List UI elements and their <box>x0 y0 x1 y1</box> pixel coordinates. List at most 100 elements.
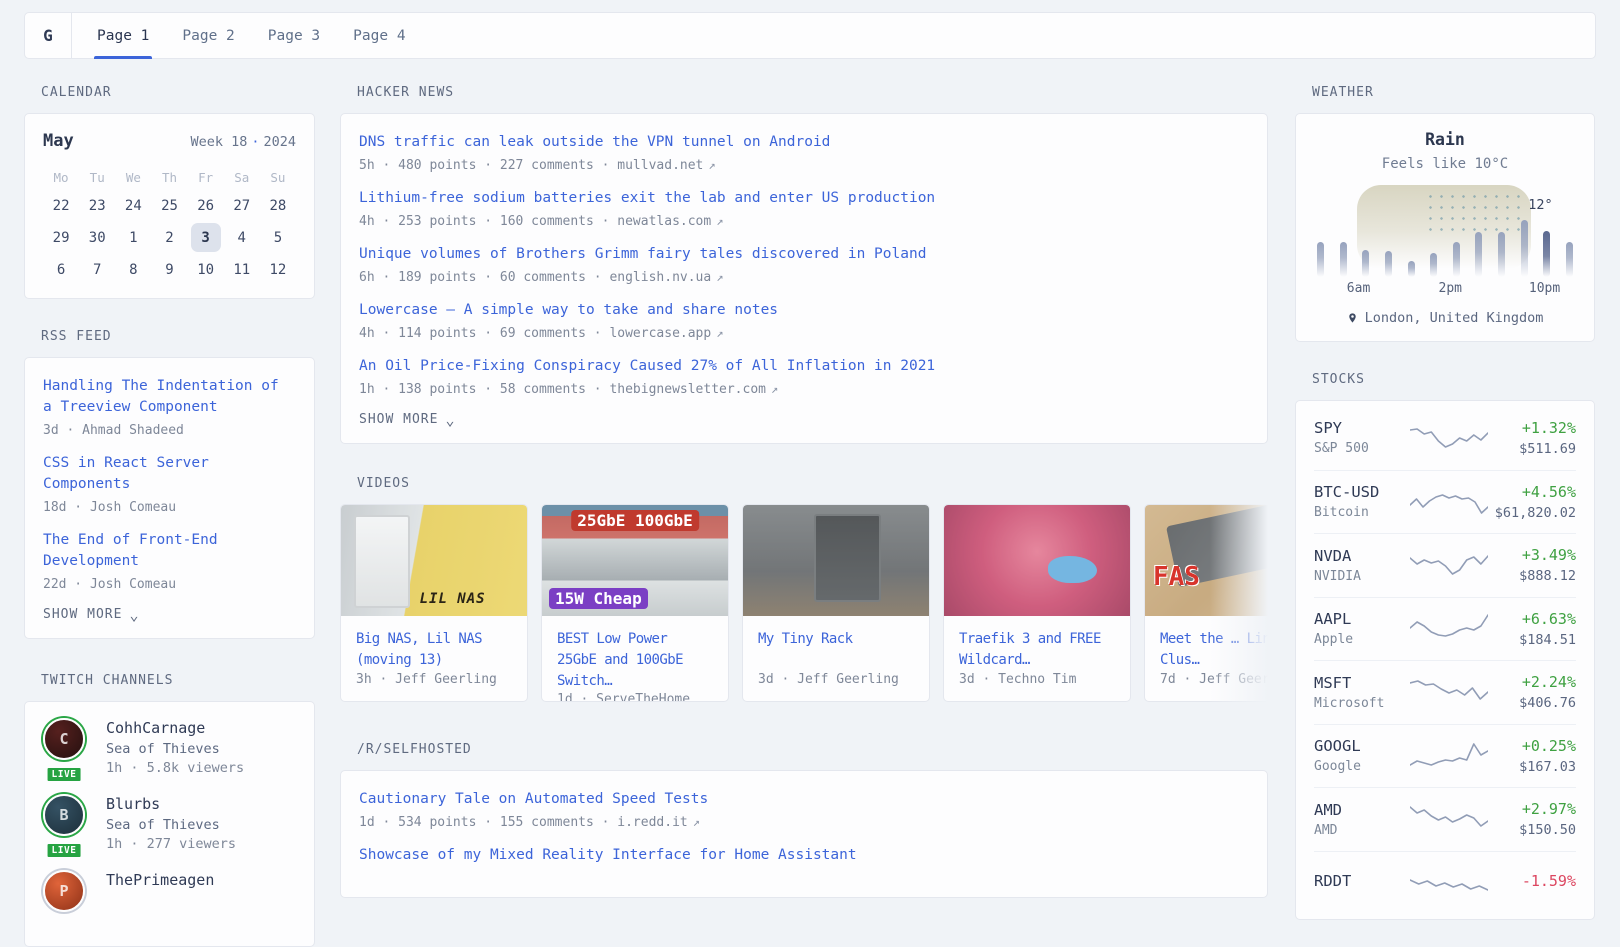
calendar-day[interactable]: 29 <box>43 223 79 252</box>
stock-symbol: SPY <box>1314 419 1410 437</box>
video-thumbnail[interactable]: 25GbE 100GbE15W Cheap <box>542 505 728 616</box>
video-title[interactable]: BEST Low Power 25GbE and 100GbE Switch… <box>557 629 713 692</box>
stock-info[interactable]: MSFTMicrosoft <box>1314 674 1410 711</box>
twitch-channel-game: Sea of Thieves <box>106 817 236 833</box>
video-title[interactable]: Meet the … Linux Clus… <box>1160 629 1268 671</box>
tab-page-1[interactable]: Page 1 <box>94 13 152 58</box>
feed-item-title[interactable]: Unique volumes of Brothers Grimm fairy t… <box>359 244 1249 265</box>
video-title[interactable]: Big NAS, Lil NAS (moving 13) <box>356 629 512 671</box>
show-more-button[interactable]: SHOW MORE⌄ <box>359 412 1249 427</box>
feed-item-title[interactable]: DNS traffic can leak outside the VPN tun… <box>359 132 1249 153</box>
video-card[interactable]: LIL NASBig NAS, Lil NAS (moving 13)3h · … <box>340 504 528 702</box>
weather-bar-current <box>1543 231 1550 277</box>
twitch-channel-name[interactable]: CohhCarnage <box>106 719 244 737</box>
weather-bar <box>1385 251 1392 277</box>
stock-info[interactable]: BTC-USDBitcoin <box>1314 483 1410 520</box>
stock-info[interactable]: SPYS&P 500 <box>1314 419 1410 456</box>
stock-percent-change: +2.97% <box>1488 800 1576 818</box>
stock-info[interactable]: GOOGLGoogle <box>1314 737 1410 774</box>
twitch-channel-name[interactable]: ThePrimeagen <box>106 871 214 889</box>
feed-item: CSS in React Server Components18d · Josh… <box>43 453 296 515</box>
thumbnail-text: LIL NAS <box>420 591 486 607</box>
calendar-day[interactable]: 1 <box>115 223 151 252</box>
stock-name: Apple <box>1314 632 1410 647</box>
stock-info[interactable]: RDDT <box>1314 872 1410 894</box>
video-title[interactable]: My Tiny Rack <box>758 629 914 650</box>
calendar-day[interactable]: 12 <box>260 255 296 284</box>
video-thumbnail[interactable]: FAS <box>1145 505 1268 616</box>
feed-item-title[interactable]: CSS in React Server Components <box>43 453 296 495</box>
video-card[interactable]: 25GbE 100GbE15W Cheap BEST Low Power 25Gb… <box>541 504 729 702</box>
feed-item-title[interactable]: An Oil Price-Fixing Conspiracy Caused 27… <box>359 356 1249 377</box>
feed-item-title[interactable]: The End of Front-End Development <box>43 530 296 572</box>
sparkline-chart <box>1410 548 1488 582</box>
calendar-day[interactable]: 5 <box>260 223 296 252</box>
video-title[interactable]: Traefik 3 and FREE Wildcard… <box>959 629 1115 671</box>
calendar-day[interactable]: 3 <box>188 223 224 252</box>
calendar-week-number: Week 18 <box>190 134 247 150</box>
avatar[interactable]: B <box>43 794 85 836</box>
calendar-day[interactable]: 30 <box>79 223 115 252</box>
feed-item: DNS traffic can leak outside the VPN tun… <box>359 132 1249 173</box>
calendar-day[interactable]: 25 <box>151 191 187 220</box>
calendar-weekday: Mo <box>43 166 79 188</box>
twitch-channel-name[interactable]: Blurbs <box>106 795 236 813</box>
stock-percent-change: +1.32% <box>1488 419 1576 437</box>
app-logo[interactable]: G <box>25 13 72 58</box>
calendar-day[interactable]: 27 <box>224 191 260 220</box>
calendar-day[interactable]: 8 <box>115 255 151 284</box>
stock-sparkline <box>1410 675 1488 709</box>
calendar-day[interactable]: 22 <box>43 191 79 220</box>
feed-item-title[interactable]: Lithium-free sodium batteries exit the l… <box>359 188 1249 209</box>
calendar-day[interactable]: 23 <box>79 191 115 220</box>
feed-item: An Oil Price-Fixing Conspiracy Caused 27… <box>359 356 1249 397</box>
stock-values: +6.63%$184.51 <box>1488 610 1576 648</box>
left-column: CALENDAR May Week 18·2024 MoTuWeThFrSaSu… <box>24 85 315 947</box>
tab-page-2[interactable]: Page 2 <box>179 13 237 58</box>
feed-item-title[interactable]: Handling The Indentation of a Treeview C… <box>43 376 296 418</box>
video-card[interactable]: My Tiny Rack3d · Jeff Geerling <box>742 504 930 702</box>
twitch-channel-meta: 1h · 5.8k viewers <box>106 760 244 776</box>
calendar-day[interactable]: 6 <box>43 255 79 284</box>
calendar-day[interactable]: 4 <box>224 223 260 252</box>
stock-row: GOOGLGoogle+0.25%$167.03 <box>1314 724 1576 788</box>
top-nav-bar: G Page 1 Page 2 Page 3 Page 4 <box>24 12 1596 59</box>
video-thumbnail[interactable]: LIL NAS <box>341 505 527 616</box>
video-thumbnail[interactable] <box>944 505 1130 616</box>
calendar-day[interactable]: 26 <box>188 191 224 220</box>
stock-info[interactable]: AAPLApple <box>1314 610 1410 647</box>
sparkline-chart <box>1410 739 1488 773</box>
show-more-button[interactable]: SHOW MORE⌄ <box>43 607 296 622</box>
feed-item-title[interactable]: Cautionary Tale on Automated Speed Tests <box>359 789 1249 810</box>
tab-page-4[interactable]: Page 4 <box>350 13 408 58</box>
calendar-day[interactable]: 7 <box>79 255 115 284</box>
external-link-icon: ↗ <box>716 326 723 340</box>
calendar-day[interactable]: 11 <box>224 255 260 284</box>
calendar-day[interactable]: 9 <box>151 255 187 284</box>
calendar-day[interactable]: 10 <box>188 255 224 284</box>
calendar-day[interactable]: 2 <box>151 223 187 252</box>
weather-bar <box>1430 253 1437 277</box>
stock-price: $167.03 <box>1488 759 1576 775</box>
feed-item-title[interactable]: Lowercase – A simple way to take and sha… <box>359 300 1249 321</box>
stock-info[interactable]: AMDAMD <box>1314 801 1410 838</box>
video-thumbnail[interactable] <box>743 505 929 616</box>
videos-row: LIL NASBig NAS, Lil NAS (moving 13)3h · … <box>340 504 1268 702</box>
location-pin-icon <box>1347 311 1358 325</box>
video-card[interactable]: FASMeet the … Linux Clus…7d · Jeff Geerl… <box>1144 504 1268 702</box>
stock-info[interactable]: NVDANVIDIA <box>1314 547 1410 584</box>
calendar-day[interactable]: 24 <box>115 191 151 220</box>
video-card[interactable]: Traefik 3 and FREE Wildcard…3d · Techno … <box>943 504 1131 702</box>
feed-item-title[interactable]: Showcase of my Mixed Reality Interface f… <box>359 845 1249 866</box>
stock-symbol: RDDT <box>1314 872 1410 890</box>
calendar-day[interactable]: 28 <box>260 191 296 220</box>
stock-values: -1.59% <box>1488 872 1576 894</box>
avatar[interactable]: C <box>43 718 85 760</box>
weather-hourly-chart: 12° <box>1315 185 1575 277</box>
stock-row: SPYS&P 500+1.32%$511.69 <box>1314 406 1576 470</box>
stock-sparkline <box>1410 612 1488 646</box>
tab-page-3[interactable]: Page 3 <box>265 13 323 58</box>
avatar[interactable]: P <box>43 870 85 912</box>
twitch-channel-meta: 1h · 277 viewers <box>106 836 236 852</box>
hackernews-section: HACKER NEWS DNS traffic can leak outside… <box>340 85 1268 444</box>
